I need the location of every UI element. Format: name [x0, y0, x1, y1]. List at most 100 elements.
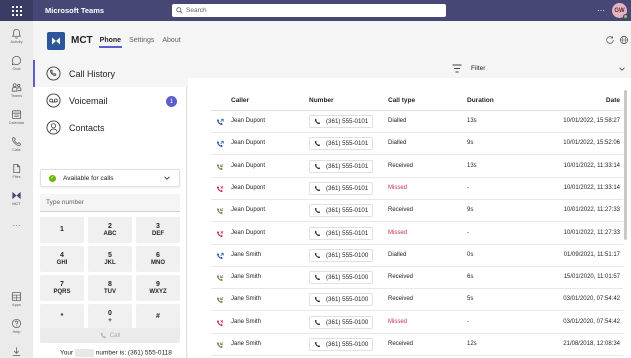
- call-date: 03/01/2020, 07:54:42: [563, 318, 620, 325]
- number-call-button[interactable]: (361) 555-0100: [309, 293, 374, 307]
- column-header-caller[interactable]: Caller: [231, 97, 249, 104]
- your-number-prefix: Your: [60, 349, 74, 357]
- number-call-button[interactable]: (361) 555-0101: [309, 159, 374, 173]
- rail-item-download[interactable]: [0, 339, 33, 358]
- rail-item-files[interactable]: Files: [0, 159, 33, 183]
- table-row[interactable]: Jane Smith (361) 555-0100 Missed - 03/01/202…: [211, 312, 623, 334]
- dial-key-star[interactable]: *: [40, 304, 84, 330]
- dial-key-1[interactable]: 1: [40, 217, 84, 243]
- dial-key-5[interactable]: 5 JKL: [88, 246, 132, 272]
- app-header: MCT Phone Settings About: [33, 21, 631, 60]
- column-header-duration[interactable]: Duration: [467, 97, 494, 104]
- table-row[interactable]: Jean Dupont (361) 555-0101 Received 13s 10/0…: [211, 156, 623, 178]
- column-header-date[interactable]: Date: [606, 97, 620, 104]
- search-box[interactable]: Search: [172, 4, 446, 17]
- number-call-button[interactable]: (361) 555-0100: [309, 338, 374, 351]
- rail-item-calendar[interactable]: Calendar: [0, 105, 33, 129]
- table-row[interactable]: Jane Smith (361) 555-0100 Dialled 0s 01/09/2…: [211, 245, 623, 267]
- key-letters: GHI: [56, 259, 68, 266]
- rail-item-calls[interactable]: Calls: [0, 132, 33, 156]
- number-call-button[interactable]: (361) 555-0101: [309, 181, 374, 195]
- dial-key-0[interactable]: 0 +: [88, 304, 132, 330]
- more-options-button[interactable]: ···: [597, 6, 605, 15]
- call-history-panel: Filter Caller Number Call type Duration …: [188, 60, 631, 358]
- table-row[interactable]: Jean Dupont (361) 555-0101 Missed - 10/01/20…: [211, 178, 623, 200]
- availability-dropdown[interactable]: ✓ Available for calls: [40, 169, 180, 187]
- column-header-call-type[interactable]: Call type: [388, 97, 415, 104]
- call-type: Dialled: [388, 118, 407, 124]
- dial-key-9[interactable]: 9 WXYZ: [136, 275, 180, 301]
- filter-bar[interactable]: Filter: [188, 60, 631, 78]
- tab-phone[interactable]: Phone: [98, 37, 123, 48]
- rail-item-mct[interactable]: MCT: [0, 186, 33, 210]
- call-duration: 0s: [467, 251, 474, 258]
- refresh-icon[interactable]: [605, 35, 615, 45]
- phone-number: (361) 555-0100: [326, 341, 369, 348]
- dial-key-4[interactable]: 4 GHI: [40, 246, 84, 272]
- rail-item-help[interactable]: Help: [0, 314, 33, 338]
- rail-item-chat[interactable]: Chat: [0, 51, 33, 75]
- key-letters: ABC: [103, 230, 117, 237]
- table-row[interactable]: Jane Smith (361) 555-0100 Received 6s 15/01/…: [211, 267, 623, 290]
- number-call-button[interactable]: (361) 555-0101: [309, 115, 374, 128]
- dial-key-7[interactable]: 7 PQRS: [40, 275, 84, 301]
- call-duration: 5s: [467, 296, 474, 303]
- table-row[interactable]: Jean Dupont (361) 555-0101 Missed - 10/01/20…: [211, 223, 623, 245]
- redacted-block: [74, 349, 94, 357]
- table-row[interactable]: Jean Dupont (361) 555-0101 Dialled 13s 10/01…: [211, 111, 623, 133]
- table-row[interactable]: Jane Smith (361) 555-0100 Received 12s 21/08…: [211, 334, 623, 356]
- call-date: 01/09/2021, 11:51:17: [563, 251, 620, 258]
- table-row[interactable]: Jean Dupont (361) 555-0101 Received 9s 10/01…: [211, 200, 623, 223]
- number-call-button[interactable]: (361) 555-0100: [309, 271, 374, 285]
- nav-label: Contacts: [69, 122, 105, 133]
- number-call-button[interactable]: (361) 555-0101: [309, 204, 374, 218]
- key-digit: 3: [156, 222, 160, 230]
- dial-key-8[interactable]: 8 TUV: [88, 275, 132, 301]
- rail-item-teams[interactable]: Teams: [0, 78, 33, 102]
- key-letters: JKL: [104, 259, 116, 266]
- phone-icon: [314, 163, 321, 169]
- nav-item-call-history[interactable]: Call History: [33, 60, 187, 87]
- dial-pad: 1 2 ABC 3 DEF 4 GHI 5 JKL 6 MNO 7 PQRS 8 TUV 9W…: [40, 217, 180, 330]
- number-call-button[interactable]: (361) 555-0101: [309, 226, 374, 240]
- nav-item-contacts[interactable]: Contacts: [33, 114, 187, 141]
- title-bar: Microsoft Teams Search ··· GW: [0, 0, 631, 21]
- call-type: Missed: [388, 229, 408, 236]
- app-title: Microsoft Teams: [45, 6, 105, 15]
- dial-key-hash[interactable]: #: [136, 304, 180, 330]
- call-received-icon: [216, 208, 224, 215]
- rail-label: Help: [12, 330, 21, 334]
- tab-settings[interactable]: Settings: [128, 37, 155, 44]
- number-call-button[interactable]: (361) 555-0100: [309, 315, 374, 329]
- call-date: 10/01/2022, 11:33:14: [563, 184, 620, 191]
- filter-icon: [452, 64, 462, 73]
- caller-name: Jane Smith: [231, 296, 262, 303]
- rail-item-apps[interactable]: Apps: [0, 287, 33, 311]
- rail-item-more[interactable]: ···: [0, 213, 33, 237]
- number-call-button[interactable]: (361) 555-0101: [309, 137, 374, 151]
- phone-number-input[interactable]: [40, 194, 180, 212]
- call-type: Dialled: [388, 251, 407, 258]
- number-call-button[interactable]: (361) 555-0100: [309, 248, 374, 262]
- tab-about[interactable]: About: [161, 37, 181, 44]
- globe-icon[interactable]: [619, 35, 629, 45]
- phone-icon: [314, 319, 321, 325]
- phone-icon: [100, 332, 106, 339]
- key-letters: MNO: [151, 259, 165, 266]
- app-launcher-button[interactable]: [0, 0, 33, 21]
- table-row[interactable]: Jean Dupont (361) 555-0101 Dialled 9s 10/01/…: [211, 133, 623, 156]
- column-header-number[interactable]: Number: [309, 97, 334, 104]
- phone-icon: [314, 297, 321, 303]
- key-digit: 9: [156, 280, 160, 288]
- rail-item-activity[interactable]: Activity: [0, 24, 33, 48]
- call-dialled-icon: [216, 252, 224, 259]
- phone-number: (361) 555-0101: [326, 207, 369, 215]
- dial-key-6[interactable]: 6 MNO: [136, 246, 180, 272]
- avatar[interactable]: GW: [612, 3, 628, 19]
- call-button[interactable]: Call: [40, 328, 180, 343]
- nav-item-voicemail[interactable]: Voicemail 1: [33, 87, 187, 114]
- dial-key-2[interactable]: 2 ABC: [88, 217, 132, 243]
- dial-key-3[interactable]: 3 DEF: [136, 217, 180, 243]
- table-row[interactable]: Jane Smith (361) 555-0100 Received 5s 03/01/…: [211, 289, 623, 312]
- scrollbar[interactable]: [624, 90, 627, 240]
